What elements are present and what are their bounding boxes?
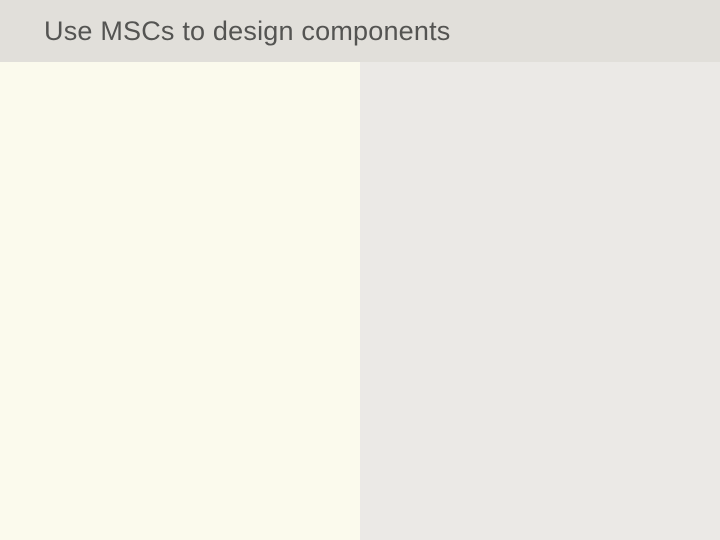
- content-area: [0, 62, 720, 540]
- slide-title: Use MSCs to design components: [44, 16, 451, 47]
- title-bar: Use MSCs to design components: [0, 0, 720, 62]
- left-panel: [0, 62, 360, 540]
- right-panel: [360, 62, 720, 540]
- slide-container: Use MSCs to design components: [0, 0, 720, 540]
